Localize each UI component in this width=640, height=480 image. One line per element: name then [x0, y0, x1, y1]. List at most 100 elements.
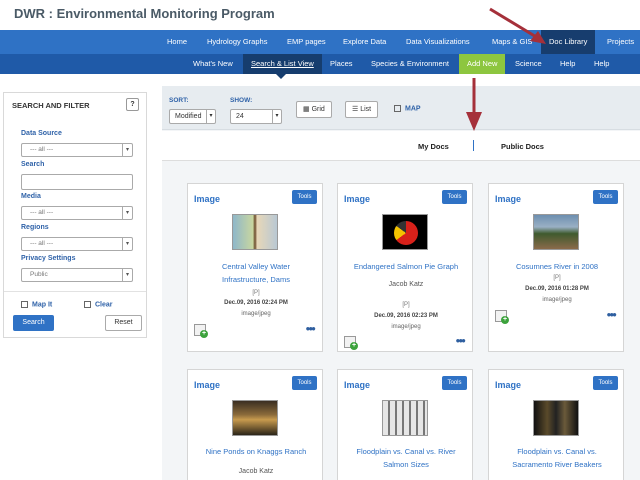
reset-button[interactable]: Reset — [105, 315, 142, 331]
tools-button[interactable]: Tools — [593, 190, 618, 204]
subnav-whats-new[interactable]: What's New — [193, 54, 233, 74]
show-select[interactable]: 24 ▾ — [230, 109, 282, 124]
thumbnail-image[interactable] — [382, 400, 428, 436]
nav-data-visualizations[interactable]: Data Visualizations — [406, 30, 470, 54]
map-it-label: Map It — [32, 301, 53, 309]
nav-hydrology-graphs[interactable]: Hydrology Graphs — [207, 30, 267, 54]
tools-button[interactable]: Tools — [442, 376, 467, 390]
checkbox-icon — [394, 105, 401, 112]
privacy-flag: [P] — [402, 302, 410, 308]
checkbox-icon — [21, 301, 28, 308]
subnav-help[interactable]: Help — [560, 54, 575, 74]
subnav-species-environment[interactable]: Species & Environment — [371, 54, 449, 74]
tools-button[interactable]: Tools — [292, 376, 317, 390]
doc-title-line: Salmon Sizes — [383, 460, 429, 469]
sort-select[interactable]: Modified ▾ — [169, 109, 216, 124]
checkbox-icon — [84, 301, 91, 308]
chevron-down-icon: ▾ — [122, 269, 132, 281]
chevron-down-icon: ▾ — [272, 110, 281, 123]
data-source-label: Data Source — [21, 130, 62, 137]
docs-tabs: My Docs Public Docs — [162, 131, 640, 161]
view-toolbar: SORT: Modified ▾ SHOW: 24 ▾ ▦ Grid ☰ Lis… — [162, 86, 640, 130]
add-file-icon[interactable]: + — [495, 310, 509, 324]
map-checkbox[interactable]: MAP — [394, 105, 421, 112]
nav-emp-pages[interactable]: EMP pages — [287, 30, 326, 54]
doc-card[interactable]: Image Tools Floodplain vs. Canal vs. Riv… — [337, 369, 473, 480]
regions-select[interactable]: --- all --- ▾ — [21, 237, 133, 251]
doc-title-line: Nine Ponds on Knaggs Ranch — [205, 447, 307, 456]
doc-title-line: Central Valley Water — [222, 262, 290, 271]
doc-title-line: Floodplain vs. Canal vs. River — [356, 447, 456, 456]
add-file-icon[interactable]: + — [344, 336, 358, 350]
tab-my-docs[interactable]: My Docs — [418, 142, 449, 151]
nav-home[interactable]: Home — [167, 30, 187, 54]
grid-view-button[interactable]: ▦ Grid — [296, 101, 332, 118]
show-value: 24 — [236, 113, 244, 120]
thumbnail-image[interactable] — [533, 400, 579, 436]
media-value: --- all --- — [30, 209, 54, 216]
doc-title[interactable]: Floodplain vs. Canal vs. Sacramento Rive… — [493, 445, 621, 471]
doc-type: Image — [344, 380, 371, 390]
annotation-arrow-icon — [466, 78, 482, 131]
people-icon[interactable]: ●●● — [306, 324, 316, 333]
tools-button[interactable]: Tools — [442, 190, 467, 204]
doc-card[interactable]: Image Tools Floodplain vs. Canal vs. Sac… — [488, 369, 624, 480]
search-label: Search — [21, 161, 45, 168]
grid-label: Grid — [311, 106, 325, 113]
help-button[interactable]: ? — [126, 98, 139, 111]
regions-value: --- all --- — [30, 240, 54, 247]
doc-type: Image — [495, 194, 522, 204]
tools-button[interactable]: Tools — [292, 190, 317, 204]
doc-type: Image — [194, 380, 221, 390]
sort-value: Modified — [175, 113, 202, 120]
search-filter-panel: SEARCH AND FILTER ? Data Source --- all … — [3, 92, 147, 338]
subnav-search-list-view[interactable]: Search & List View — [243, 54, 322, 74]
doc-title-line: Sacramento River Beakers — [512, 460, 602, 469]
doc-card[interactable]: Image Tools Endangered Salmon Pie Graph … — [337, 183, 473, 352]
thumbnail-image[interactable] — [533, 214, 579, 250]
privacy-flag: [P] — [252, 290, 260, 296]
nav-explore-data[interactable]: Explore Data — [343, 30, 386, 54]
subnav-help-2[interactable]: Help — [594, 54, 609, 74]
media-select[interactable]: --- all --- ▾ — [21, 206, 133, 220]
doc-author: Jacob Katz — [388, 281, 424, 288]
data-source-select[interactable]: --- all --- ▾ — [21, 143, 133, 157]
sort-label: SORT: — [169, 97, 189, 104]
search-button[interactable]: Search — [13, 315, 54, 331]
doc-title[interactable]: Endangered Salmon Pie Graph — [342, 260, 470, 273]
map-label: MAP — [405, 105, 421, 113]
doc-title[interactable]: Nine Ponds on Knaggs Ranch — [192, 445, 320, 458]
doc-title[interactable]: Central Valley Water Infrastructure, Dam… — [192, 260, 320, 286]
doc-type: Image — [344, 194, 371, 204]
people-icon[interactable]: ●●● — [456, 336, 466, 345]
doc-date: Dec.09, 2016 02:24 PM — [224, 300, 288, 306]
list-label: List — [360, 106, 372, 113]
people-icon[interactable]: ●●● — [607, 310, 617, 319]
thumbnail-image[interactable] — [232, 400, 278, 436]
list-view-button[interactable]: ☰ List — [345, 101, 379, 118]
privacy-select[interactable]: Public ▾ — [21, 268, 133, 282]
regions-label: Regions — [21, 224, 49, 231]
doc-title[interactable]: Floodplain vs. Canal vs. River Salmon Si… — [342, 445, 470, 471]
thumbnail-image[interactable] — [382, 214, 428, 250]
search-input[interactable] — [21, 174, 133, 190]
tab-public-docs[interactable]: Public Docs — [501, 142, 544, 151]
doc-card[interactable]: Image Tools Nine Ponds on Knaggs Ranch J… — [187, 369, 323, 480]
tools-button[interactable]: Tools — [593, 376, 618, 390]
doc-title-line: Floodplain vs. Canal vs. — [517, 447, 597, 456]
active-tab-caret — [276, 74, 286, 79]
show-label: SHOW: — [230, 97, 253, 104]
clear-checkbox[interactable]: Clear — [84, 301, 113, 308]
doc-card[interactable]: Image Tools Central Valley Water Infrast… — [187, 183, 323, 352]
doc-card[interactable]: Image Tools Cosumnes River in 2008 [P] D… — [488, 183, 624, 352]
doc-title[interactable]: Cosumnes River in 2008 — [493, 260, 621, 273]
subnav-places[interactable]: Places — [330, 54, 353, 74]
doc-mime-type: image/jpeg — [542, 297, 572, 303]
doc-title-line: Infrastructure, Dams — [222, 275, 290, 284]
add-file-icon[interactable]: + — [194, 324, 208, 338]
chevron-down-icon: ▾ — [122, 238, 132, 250]
doc-mime-type: image/jpeg — [391, 324, 421, 330]
map-it-checkbox[interactable]: Map It — [21, 301, 52, 308]
nav-projects[interactable]: Projects — [607, 30, 634, 54]
thumbnail-image[interactable] — [232, 214, 278, 250]
